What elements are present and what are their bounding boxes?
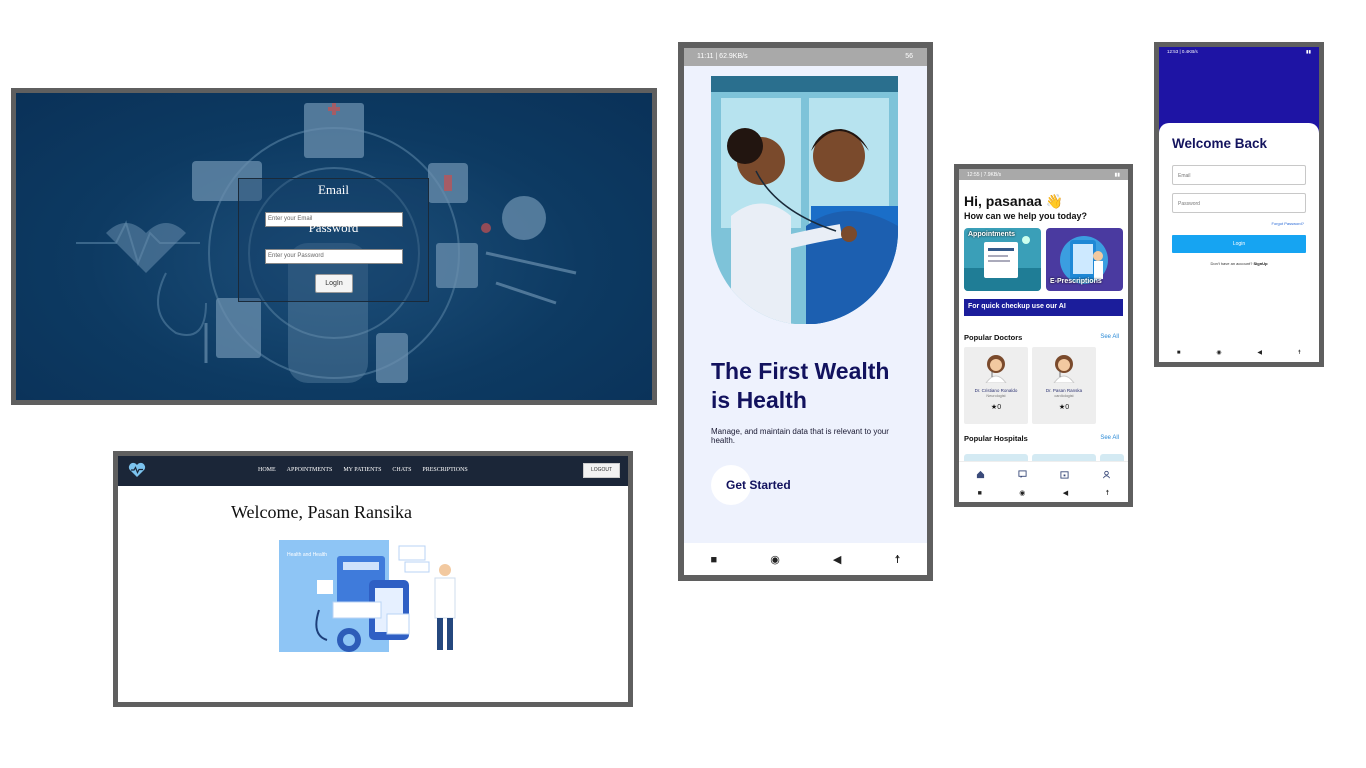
web-dashboard-screen: HOME APPOINTMENTS MY PATIENTS CHATS PRES… xyxy=(113,451,633,707)
status-time: 12:55 | 7.9KB/s xyxy=(967,172,1002,178)
battery-level: 56 xyxy=(905,53,913,60)
hospital-card[interactable] xyxy=(1100,454,1124,461)
e-prescriptions-card[interactable]: E-Prescriptions xyxy=(1046,228,1123,291)
popular-doctors-title: Popular Doctors xyxy=(964,333,1023,342)
home-tab-icon[interactable] xyxy=(976,470,985,479)
see-all-doctors-link[interactable]: See All xyxy=(1100,334,1119,340)
status-time: 11:11 | 62.9KB/s xyxy=(697,53,748,60)
ai-checkup-banner[interactable]: For quick checkup use our AI xyxy=(964,299,1123,316)
get-started-button[interactable]: Get Started xyxy=(711,465,831,505)
doctor-specialty: Neurologist xyxy=(986,394,1006,398)
rating-value: 0 xyxy=(1065,404,1070,411)
illustration-text: Health and Health xyxy=(287,552,327,558)
onboarding-screen: 11:11 | 62.9KB/s 56 The First Wealth is … xyxy=(684,48,927,575)
popular-hospitals-title: Popular Hospitals xyxy=(964,434,1028,443)
doctor-avatar-icon xyxy=(985,355,1007,383)
doctor-patient-illustration xyxy=(711,76,898,324)
mobile-login-screen: 12:53 | 0.4KB/s ▮▮ Welcome Back Email Pa… xyxy=(1154,42,1324,367)
status-bar: 11:11 | 62.9KB/s 56 xyxy=(684,48,927,66)
recent-apps-icon[interactable]: ■ xyxy=(711,554,718,566)
rating-value: 0 xyxy=(997,404,1002,411)
status-time: 12:53 | 0.4KB/s xyxy=(1167,49,1198,54)
heart-pulse-logo-icon[interactable] xyxy=(128,462,146,478)
doctor-dashboard-illustration: Health and Health xyxy=(279,540,456,652)
back-icon[interactable]: ◀ xyxy=(1257,349,1262,356)
help-text: How can we help you today? xyxy=(964,211,1088,221)
email-input[interactable]: Email xyxy=(1172,165,1306,185)
signal-battery-icon: ▮▮ xyxy=(1114,172,1120,178)
calendar-tab-icon[interactable] xyxy=(1060,470,1069,479)
home-circle-icon[interactable]: ◉ xyxy=(1216,349,1221,356)
recent-apps-icon[interactable]: ■ xyxy=(978,490,982,497)
home-phone-screen: 12:55 | 7.9KB/s ▮▮ Hi, pasanaa 👋 How can… xyxy=(954,164,1133,507)
back-icon[interactable]: ◀ xyxy=(833,553,841,566)
get-started-label: Get Started xyxy=(726,478,791,492)
doctor-avatar-icon xyxy=(1053,355,1075,383)
signup-prompt: Don't have an account? SignUp xyxy=(1159,261,1319,266)
home-circle-icon[interactable]: ◉ xyxy=(770,553,780,566)
forgot-password-link[interactable]: Forgot Password? xyxy=(1272,221,1304,226)
doctor-specialty: cardiologist xyxy=(1054,394,1074,398)
web-login-screen: Email Enter your Email Password Enter yo… xyxy=(11,88,657,405)
android-nav-buttons: ■ ◉ ◀ ☨ xyxy=(1159,349,1319,357)
login-button[interactable]: Login xyxy=(1172,235,1306,253)
nav-chats[interactable]: CHATS xyxy=(392,467,411,473)
password-input[interactable]: Enter your Password xyxy=(265,249,403,264)
welcome-heading: Welcome, Pasan Ransika xyxy=(231,502,413,522)
greeting-text: Hi, pasanaa 👋 xyxy=(964,193,1064,209)
accessibility-icon[interactable]: ☨ xyxy=(1298,349,1301,356)
home-circle-icon[interactable]: ◉ xyxy=(1019,489,1025,497)
doctor-name: Dr. Cristiano Ronaldo xyxy=(974,388,1018,393)
accessibility-icon[interactable]: ☨ xyxy=(894,553,900,566)
doctor-card[interactable]: Dr. Cristiano Ronaldo Neurologist ★0 xyxy=(964,347,1028,424)
status-bar: 12:55 | 7.9KB/s ▮▮ xyxy=(959,169,1128,180)
top-navbar: HOME APPOINTMENTS MY PATIENTS CHATS PRES… xyxy=(118,456,628,486)
onboarding-subtitle: Manage, and maintain data that is releva… xyxy=(711,427,889,445)
doctor-card[interactable]: Dr. Pasan Ranska cardiologist ★0 xyxy=(1032,347,1096,424)
doctor-rating: ★0 xyxy=(1032,403,1096,411)
nav-appointments[interactable]: APPOINTMENTS xyxy=(287,467,333,473)
signup-link[interactable]: SignUp xyxy=(1254,261,1268,266)
logout-button[interactable]: LOGOUT xyxy=(583,463,620,478)
hospital-card[interactable] xyxy=(1032,454,1096,461)
accessibility-icon[interactable]: ☨ xyxy=(1105,489,1109,497)
hospital-card[interactable] xyxy=(964,454,1028,461)
chat-tab-icon[interactable] xyxy=(1018,469,1027,479)
login-button[interactable]: LogIn xyxy=(315,274,353,293)
onboarding-title: The First Wealth is Health xyxy=(711,358,890,413)
login-form: Email Enter your Email Password Enter yo… xyxy=(238,178,429,302)
nav-home[interactable]: HOME xyxy=(258,467,276,473)
password-label: Password xyxy=(308,220,359,235)
back-icon[interactable]: ◀ xyxy=(1063,489,1068,497)
signup-question: Don't have an account? xyxy=(1210,261,1253,266)
profile-tab-icon[interactable] xyxy=(1102,470,1111,479)
login-sheet: Welcome Back Email Password Forgot Passw… xyxy=(1159,123,1319,362)
bottom-tab-bar xyxy=(959,461,1128,486)
nav-my-patients[interactable]: MY PATIENTS xyxy=(343,467,381,473)
status-bar: 12:53 | 0.4KB/s ▮▮ xyxy=(1159,47,1319,57)
see-all-hospitals-link[interactable]: See All xyxy=(1100,435,1119,441)
e-prescriptions-label: E-Prescriptions xyxy=(1050,278,1102,285)
nav-prescriptions[interactable]: PRESCRIPTIONS xyxy=(422,467,467,473)
doctor-name: Dr. Pasan Ranska xyxy=(1045,388,1083,393)
password-input[interactable]: Password xyxy=(1172,193,1306,213)
appointments-card[interactable]: Appointments xyxy=(964,228,1041,291)
android-nav-buttons: ■ ◉ ◀ ☨ xyxy=(684,553,927,567)
email-label: Email xyxy=(317,182,350,197)
android-nav-bar: ■ ◉ ◀ ☨ xyxy=(684,543,927,575)
doctor-rating: ★0 xyxy=(964,403,1028,411)
onboarding-phone-screen: 11:11 | 62.9KB/s 56 The First Wealth is … xyxy=(678,42,933,581)
android-nav-buttons: ■ ◉ ◀ ☨ xyxy=(959,489,1128,498)
welcome-back-title: Welcome Back xyxy=(1172,136,1268,151)
recent-apps-icon[interactable]: ■ xyxy=(1177,350,1181,356)
nav-links: HOME APPOINTMENTS MY PATIENTS CHATS PRES… xyxy=(258,467,468,473)
signal-battery-icon: ▮▮ xyxy=(1306,49,1311,54)
appointments-label: Appointments xyxy=(968,231,1016,238)
